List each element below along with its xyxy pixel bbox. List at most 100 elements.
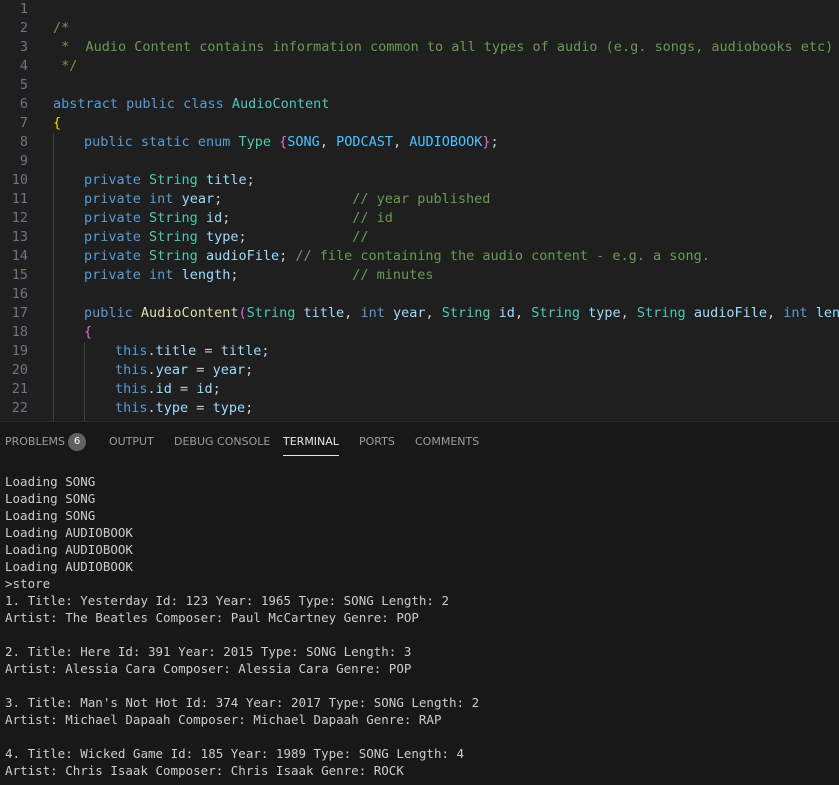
tab-output[interactable]: OUTPUT bbox=[109, 435, 154, 449]
code-text: public static enum Type {SONG, PODCAST, … bbox=[84, 133, 499, 152]
code-token: title bbox=[220, 343, 262, 359]
code-token: PODCAST bbox=[336, 134, 393, 150]
code-token: AudioContent bbox=[140, 305, 239, 321]
code-token: String bbox=[149, 210, 198, 226]
code-token: static bbox=[140, 134, 190, 150]
code-token: id bbox=[205, 210, 223, 226]
code-token: private bbox=[84, 172, 141, 188]
code-token: SONG bbox=[287, 134, 320, 150]
tab-comments[interactable]: COMMENTS bbox=[415, 435, 479, 449]
code-line[interactable]: 17 public AudioContent(String title, int … bbox=[0, 304, 839, 323]
code-token: // id bbox=[352, 210, 393, 226]
code-line[interactable]: 6 abstract public class AudioContent bbox=[0, 95, 839, 114]
code-token: this bbox=[115, 381, 148, 397]
tab-ports[interactable]: PORTS bbox=[359, 435, 395, 449]
code-token: , bbox=[319, 134, 337, 150]
code-text: private String audioFile; // file contai… bbox=[84, 247, 710, 266]
code-line[interactable]: 5 bbox=[0, 76, 839, 95]
code-token: Type bbox=[238, 134, 272, 150]
code-text: /* bbox=[53, 19, 69, 38]
code-line[interactable]: 10 private String title; bbox=[0, 171, 839, 190]
code-line[interactable]: 22 this.type = type; bbox=[0, 399, 839, 418]
terminal-line: 2. Title: Here Id: 391 Year: 2015 Type: … bbox=[5, 644, 412, 659]
code-line[interactable]: 18 { bbox=[0, 323, 839, 342]
code-line[interactable]: 19 this.title = title; bbox=[0, 342, 839, 361]
code-token: . bbox=[147, 343, 156, 359]
code-line[interactable]: 15 private int length; // minutes bbox=[0, 266, 839, 285]
tab-terminal[interactable]: TERMINAL bbox=[283, 435, 339, 456]
line-number: 4 bbox=[19, 58, 28, 74]
code-token: title bbox=[303, 305, 345, 321]
terminal-output[interactable]: Loading SONG Loading SONG Loading SONG Load… bbox=[5, 473, 835, 779]
line-number: 10 bbox=[11, 172, 28, 188]
code-token: . bbox=[147, 362, 156, 378]
code-token: ; bbox=[238, 229, 353, 245]
line-number: 2 bbox=[19, 20, 28, 36]
code-text: private int year; // year published bbox=[84, 190, 490, 209]
code-line[interactable]: 12 private String id; // id bbox=[0, 209, 839, 228]
code-line[interactable]: 8 public static enum Type {SONG, PODCAST,… bbox=[0, 133, 839, 152]
code-line[interactable]: 4 */ bbox=[0, 57, 839, 76]
line-number: 5 bbox=[19, 77, 28, 93]
code-line[interactable]: 20 this.year = year; bbox=[0, 361, 839, 380]
code-token: id bbox=[498, 305, 515, 321]
terminal-line: Loading SONG bbox=[5, 508, 96, 523]
code-line[interactable]: 13 private String type; // bbox=[0, 228, 839, 247]
code-token: year bbox=[212, 362, 246, 378]
line-number: 19 bbox=[11, 343, 28, 359]
code-token: /* bbox=[53, 20, 70, 36]
code-line[interactable]: 3 * Audio Content contains information c… bbox=[0, 38, 839, 57]
code-token: String bbox=[149, 172, 198, 188]
code-token: type bbox=[155, 400, 189, 416]
line-number: 16 bbox=[11, 286, 28, 302]
line-number: 15 bbox=[11, 267, 28, 283]
code-token: , bbox=[514, 305, 532, 321]
code-line[interactable]: 1 bbox=[0, 0, 839, 19]
code-token: this bbox=[115, 362, 148, 378]
code-token: { bbox=[84, 324, 93, 340]
line-number: 14 bbox=[11, 248, 28, 264]
code-token: int bbox=[360, 305, 385, 321]
code-token: = bbox=[188, 362, 213, 378]
line-number: 13 bbox=[11, 229, 28, 245]
code-editor[interactable]: 1 2 /* 3 * Audio Content contains informati… bbox=[0, 0, 839, 421]
code-token: int bbox=[783, 305, 808, 321]
code-line[interactable]: 16 bbox=[0, 285, 839, 304]
code-line[interactable]: 9 bbox=[0, 152, 839, 171]
code-token: ; bbox=[212, 381, 221, 397]
tab-debug-console[interactable]: DEBUG CONSOLE bbox=[174, 435, 270, 449]
code-line[interactable]: 2 /* bbox=[0, 19, 839, 38]
code-token: int bbox=[149, 191, 174, 207]
code-token: length bbox=[181, 267, 231, 283]
code-token: ; bbox=[245, 362, 254, 378]
code-line[interactable]: 11 private int year; // year published bbox=[0, 190, 839, 209]
code-token: year bbox=[181, 191, 215, 207]
code-line[interactable]: 14 private String audioFile; // file cont… bbox=[0, 247, 839, 266]
code-token: audioFile bbox=[693, 305, 767, 321]
line-number: 21 bbox=[11, 381, 28, 397]
code-token: AudioContent bbox=[231, 96, 330, 112]
tab-problems[interactable]: PROBLEMS bbox=[5, 435, 65, 449]
code-text: this.type = type; bbox=[115, 399, 253, 418]
code-token: ; bbox=[222, 210, 353, 226]
code-line[interactable]: 7{ bbox=[0, 114, 839, 133]
code-token: year bbox=[392, 305, 426, 321]
line-number: 6 bbox=[19, 96, 28, 112]
code-line[interactable]: 21 this.id = id; bbox=[0, 380, 839, 399]
code-text: private int length; // minutes bbox=[84, 266, 434, 285]
code-text: * Audio Content contains information com… bbox=[53, 38, 833, 57]
